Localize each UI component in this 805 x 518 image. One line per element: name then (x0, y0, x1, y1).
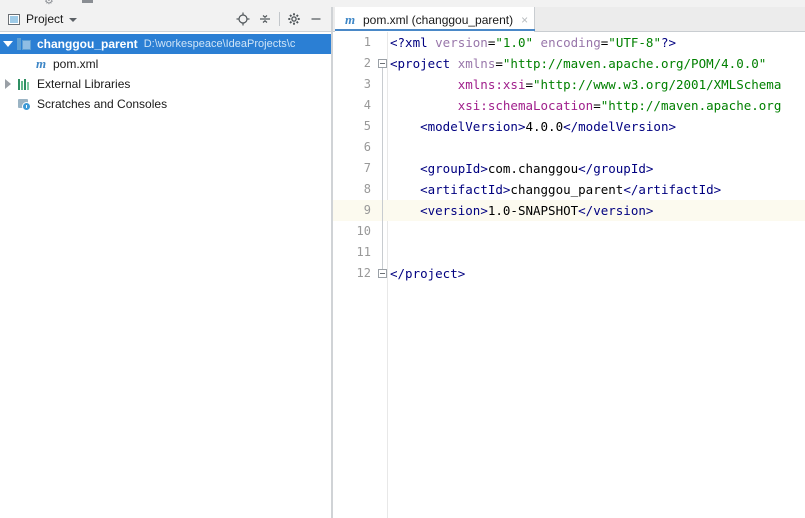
fold-guide-line (382, 221, 383, 242)
tab-active-underline (335, 29, 535, 31)
fold-toggle-icon[interactable] (378, 269, 387, 278)
expand-arrow-icon[interactable] (0, 41, 16, 47)
code-text: <groupId>com.changgou</groupId> (420, 161, 654, 176)
fold-guide-line (382, 95, 383, 116)
line-number: 3 (363, 77, 371, 91)
code-line[interactable]: 1 <?xml version="1.0" encoding="UTF-8"?> (333, 32, 805, 53)
tree-node-label: changgou_parent (37, 37, 138, 51)
line-number: 9 (363, 203, 371, 217)
fold-guide-line (382, 242, 383, 263)
project-panel-header: Project (0, 7, 331, 32)
code-line[interactable]: 2 <project xmlns="http://maven.apache.org… (333, 53, 805, 74)
toolbar-divider (279, 12, 280, 26)
fold-guide-line (382, 158, 383, 179)
fold-guide-line (382, 74, 383, 95)
hide-panel-icon[interactable] (305, 8, 327, 30)
line-number: 1 (363, 35, 371, 49)
line-number: 12 (356, 266, 371, 280)
idea-window: ⚙ ▬ Project changgou_parent D:\workespea… (0, 0, 805, 518)
code-text: xsi:schemaLocation="http://maven.apache.… (457, 98, 782, 113)
code-text: xmlns:xsi="http://www.w3.org/2001/XMLSch… (457, 77, 782, 92)
project-panel-title-group[interactable]: Project (8, 7, 78, 31)
line-number: 4 (363, 98, 371, 112)
line-number: 6 (363, 140, 371, 154)
line-number: 2 (363, 56, 371, 70)
code-line[interactable]: 11 (333, 242, 805, 263)
line-number: 5 (363, 119, 371, 133)
tree-node-scratches-and-consoles[interactable]: Scratches and Consoles (0, 94, 331, 114)
line-number: 8 (363, 182, 371, 196)
scratches-icon (16, 96, 34, 112)
library-icon (16, 76, 34, 92)
fold-toggle-icon[interactable] (378, 59, 387, 68)
code-line[interactable]: 8 <artifactId>changgou_parent</artifactI… (333, 179, 805, 200)
code-lines: 1 <?xml version="1.0" encoding="UTF-8"?> 2… (333, 32, 805, 284)
project-window-icon (8, 13, 20, 25)
fold-guide-line (382, 179, 383, 200)
tree-node-path: D:\workespeace\IdeaProjects\c (143, 38, 296, 50)
code-text: <?xml version="1.0" encoding="UTF-8"?> (390, 35, 677, 50)
code-text: <project xmlns="http://maven.apache.org/… (390, 56, 767, 71)
line-number: 11 (356, 245, 371, 259)
code-text: <artifactId>changgou_parent</artifactId> (420, 182, 722, 197)
collapse-all-icon[interactable] (254, 8, 276, 30)
code-editor[interactable]: 1 <?xml version="1.0" encoding="UTF-8"?> 2… (333, 32, 805, 518)
code-text: </project> (390, 266, 466, 281)
tree-node-external-libraries[interactable]: External Libraries (0, 74, 331, 94)
code-text: <version>1.0-SNAPSHOT</version> (420, 203, 654, 218)
code-line[interactable]: 12 </project> (333, 263, 805, 284)
tree-node-label: pom.xml (53, 57, 99, 71)
code-line[interactable]: 7 <groupId>com.changgou</groupId> (333, 158, 805, 179)
tree-node-label: External Libraries (37, 77, 131, 91)
settings-gear-icon[interactable] (283, 8, 305, 30)
locate-icon[interactable] (232, 8, 254, 30)
maven-file-icon: m (344, 11, 356, 27)
code-line[interactable]: 6 (333, 137, 805, 158)
project-tool-window: Project changgou_parent D:\workespeace\I… (0, 7, 331, 518)
code-line[interactable]: 9 <version>1.0-SNAPSHOT</version> (333, 200, 805, 221)
chevron-down-icon[interactable] (69, 18, 78, 22)
code-line[interactable]: 5 <modelVersion>4.0.0</modelVersion> (333, 116, 805, 137)
toolbar-glyph-1[interactable]: ⚙ (44, 0, 55, 7)
toolbar-glyph-2[interactable]: ▬ (82, 0, 94, 6)
module-icon (16, 36, 34, 52)
project-panel-toolbar (232, 7, 327, 31)
collapse-arrow-icon[interactable] (0, 79, 16, 89)
project-tree: changgou_parent D:\workespeace\IdeaProje… (0, 32, 331, 114)
editor-tab-bar: m pom.xml (changgou_parent) × (333, 7, 805, 32)
maven-file-icon: m (35, 56, 47, 71)
code-line[interactable]: 4 xsi:schemaLocation="http://maven.apach… (333, 95, 805, 116)
project-panel-title: Project (26, 12, 64, 26)
line-number: 7 (363, 161, 371, 175)
fold-guide-line (382, 263, 383, 269)
tree-node-label: Scratches and Consoles (37, 97, 168, 111)
editor-area: m pom.xml (changgou_parent) × 1 <?xml ver… (333, 7, 805, 518)
fold-guide-line (382, 200, 383, 221)
tree-node-changgou-parent[interactable]: changgou_parent D:\workespeace\IdeaProje… (0, 34, 331, 54)
code-line[interactable]: 10 (333, 221, 805, 242)
fold-guide-line (382, 116, 383, 137)
tab-label: pom.xml (changgou_parent) (363, 12, 514, 27)
code-line[interactable]: 3 xmlns:xsi="http://www.w3.org/2001/XMLS… (333, 74, 805, 95)
line-number: 10 (356, 224, 371, 238)
tree-node-pom-xml[interactable]: m pom.xml (0, 54, 331, 74)
code-text: <modelVersion>4.0.0</modelVersion> (420, 119, 676, 134)
fold-guide-line (382, 137, 383, 158)
close-icon[interactable]: × (521, 14, 528, 26)
